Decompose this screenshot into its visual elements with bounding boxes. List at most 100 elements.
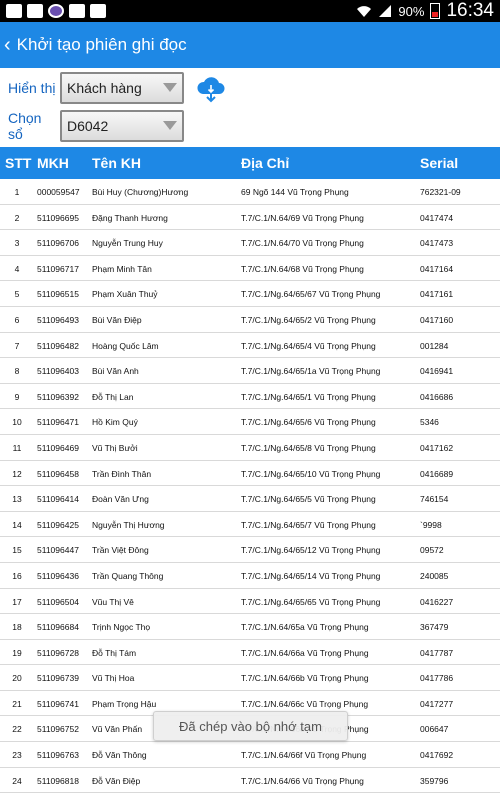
row-serial: 0417161 — [420, 289, 454, 300]
header-mkh: MKH — [37, 155, 69, 171]
row-mkh: 511096425 — [37, 519, 79, 530]
display-label: Hiển thị — [8, 80, 56, 96]
table-row[interactable]: 24 511096818 Đỗ Văn Điệp T.7/C.1/N.64/66 Vũ… — [0, 768, 500, 794]
table-row[interactable]: 17 511096504 Vũu Thị Vê T.7/C.1/Ng.64/65/65… — [0, 589, 500, 615]
row-mkh: 511096752 — [37, 724, 79, 735]
table-row[interactable]: 14 511096425 Nguyễn Thị Hương T.7/C.1/Ng.64… — [0, 512, 500, 538]
row-mkh: 000059547 — [37, 187, 80, 197]
message-icon — [69, 4, 85, 18]
row-address: T.7/C.1/N.64/66c Vũ Trọng Phụng — [241, 698, 369, 709]
row-stt: 14 — [12, 519, 22, 530]
row-serial: 09572 — [420, 545, 444, 556]
row-name: Phạm Xuân Thuỷ — [92, 289, 158, 300]
row-name: Đỗ Thị Tám — [92, 647, 137, 658]
table-row[interactable]: 2 511096695 Đặng Thanh Hương T.7/C.1/N.64/6… — [0, 205, 500, 231]
row-stt: 12 — [12, 468, 22, 479]
row-address: T.7/C.1/Ng.64/65/2 Vũ Trọng Phụng — [241, 314, 376, 325]
row-mkh: 511096728 — [37, 647, 79, 658]
row-stt: 3 — [14, 238, 20, 249]
row-stt: 16 — [12, 570, 22, 581]
table-row[interactable]: 5 511096515 Phạm Xuân Thuỷ T.7/C.1/Ng.64/65… — [0, 281, 500, 307]
table-row[interactable]: 12 511096458 Trần Đình Thân T.7/C.1/Ng.64/6… — [0, 461, 500, 487]
row-stt: 20 — [12, 673, 22, 684]
row-stt: 17 — [12, 596, 22, 607]
row-mkh: 511096706 — [37, 238, 79, 249]
row-name: Đỗ Văn Điệp — [92, 775, 141, 786]
row-serial: 0417692 — [420, 750, 454, 761]
row-stt: 1 — [14, 187, 20, 197]
row-name: Trịnh Ngọc Thọ — [92, 622, 151, 633]
chevron-left-icon[interactable]: ‹ — [0, 34, 17, 57]
row-mkh: 511096739 — [37, 673, 79, 684]
display-select-value: Khách hàng — [67, 80, 142, 96]
table-row[interactable]: 13 511096414 Đoàn Văn Ưng T.7/C.1/Ng.64/65/… — [0, 486, 500, 512]
table-row[interactable]: 10 511096471 Hồ Kim Quý T.7/C.1/Ng.64/65/6 … — [0, 409, 500, 435]
row-stt: 6 — [14, 314, 20, 325]
row-stt: 2 — [14, 212, 20, 223]
row-serial: 0417787 — [420, 647, 454, 658]
row-mkh: 511096392 — [37, 391, 79, 402]
row-mkh: 511096403 — [37, 366, 79, 377]
row-serial: 0416689 — [420, 468, 454, 479]
row-serial: 762321-09 — [420, 187, 461, 197]
row-serial: 240085 — [420, 570, 449, 581]
row-address: T.7/C.1/Ng.64/65/14 Vũ Trọng Phụng — [241, 570, 381, 581]
table-header: STT MKH Tên KH Địa Chỉ Serial — [0, 147, 500, 179]
row-address: T.7/C.1/Ng.64/65/8 Vũ Trọng Phụng — [241, 442, 376, 453]
table-row[interactable]: 7 511096482 Hoàng Quốc Lâm T.7/C.1/Ng.64/65… — [0, 333, 500, 359]
battery-icon — [430, 3, 441, 19]
table-row[interactable]: 20 511096739 Vũ Thị Hoa T.7/C.1/N.64/66b Vũ… — [0, 665, 500, 691]
row-serial: 0417474 — [420, 212, 454, 223]
table-row[interactable]: 1 000059547 Bùi Huy (Chương)Hương 69 Ngõ 14… — [0, 179, 500, 205]
row-mkh: 511096684 — [37, 622, 79, 633]
table-row[interactable]: 23 511096763 Đỗ Văn Thông T.7/C.1/N.64/66f … — [0, 742, 500, 768]
cloud-download-icon[interactable] — [196, 76, 226, 104]
table-row[interactable]: 9 511096392 Đỗ Thị Lan T.7/C.1/Ng.64/65/1 V… — [0, 384, 500, 410]
clock: 16:34 — [446, 0, 494, 21]
row-address: T.7/C.1/Ng.64/65/4 Vũ Trọng Phụng — [241, 340, 376, 351]
row-name: Đoàn Văn Ưng — [92, 494, 149, 505]
customer-list: 1 000059547 Bùi Huy (Chương)Hương 69 Ngõ 14… — [0, 179, 500, 794]
table-row[interactable]: 18 511096684 Trịnh Ngọc Thọ T.7/C.1/N.64/65… — [0, 614, 500, 640]
row-mkh: 511096493 — [37, 314, 79, 325]
row-mkh: 511096414 — [37, 494, 79, 505]
row-serial: 0417473 — [420, 238, 454, 249]
app-bar: ‹ Khởi tạo phiên ghi đọc — [0, 22, 500, 68]
row-name: Đặng Thanh Hương — [92, 212, 168, 223]
row-name: Đỗ Văn Thông — [92, 750, 147, 761]
row-name: Trần Việt Đông — [92, 545, 149, 556]
row-stt: 10 — [12, 417, 22, 428]
row-address: T.7/C.1/Ng.64/65/1a Vũ Trọng Phụng — [241, 366, 381, 377]
row-name: Nguyễn Thị Hương — [92, 519, 165, 530]
table-row[interactable]: 15 511096447 Trần Việt Đông T.7/C.1/Ng.64/6… — [0, 537, 500, 563]
table-row[interactable]: 4 511096717 Phạm Minh Tân T.7/C.1/N.64/68 V… — [0, 256, 500, 282]
row-name: Hồ Kim Quý — [92, 417, 138, 428]
row-mkh: 511096504 — [37, 596, 79, 607]
table-row[interactable]: 6 511096493 Bùi Văn Điệp T.7/C.1/Ng.64/65/2… — [0, 307, 500, 333]
table-row[interactable]: 3 511096706 Nguyễn Trung Huy T.7/C.1/N.64/7… — [0, 230, 500, 256]
mail-icon — [6, 4, 22, 18]
choose-label: Chọn sổ — [8, 110, 42, 142]
row-stt: 13 — [12, 494, 22, 505]
row-serial: 5346 — [420, 417, 439, 428]
row-serial: 006647 — [420, 724, 449, 735]
display-select[interactable]: Khách hàng — [60, 72, 184, 104]
row-address: T.7/C.1/Ng.64/65/7 Vũ Trọng Phụng — [241, 519, 376, 530]
filter-controls: Hiển thị Khách hàng Chọn sổ D6042 — [0, 68, 500, 146]
row-stt: 23 — [12, 750, 22, 761]
row-address: T.7/C.1/N.64/66b Vũ Trọng Phụng — [241, 673, 369, 684]
row-serial: 0417164 — [420, 263, 454, 274]
row-stt: 21 — [12, 698, 22, 709]
row-stt: 19 — [12, 647, 22, 658]
table-row[interactable]: 11 511096469 Vũ Thị Bưởi T.7/C.1/Ng.64/65/8… — [0, 435, 500, 461]
table-row[interactable]: 19 511096728 Đỗ Thị Tám T.7/C.1/N.64/66a Vũ… — [0, 640, 500, 666]
row-name: Phạm Minh Tân — [92, 263, 152, 274]
header-address: Địa Chỉ — [241, 155, 290, 171]
row-address: T.7/C.1/N.64/69 Vũ Trọng Phụng — [241, 212, 364, 223]
table-row[interactable]: 16 511096436 Trần Quang Thông T.7/C.1/Ng.64… — [0, 563, 500, 589]
row-mkh: 511096436 — [37, 570, 79, 581]
table-row[interactable]: 8 511096403 Bùi Văn Anh T.7/C.1/Ng.64/65/1a… — [0, 358, 500, 384]
row-serial: 0417162 — [420, 442, 454, 453]
row-mkh: 511096482 — [37, 340, 79, 351]
book-select[interactable]: D6042 — [60, 110, 184, 142]
